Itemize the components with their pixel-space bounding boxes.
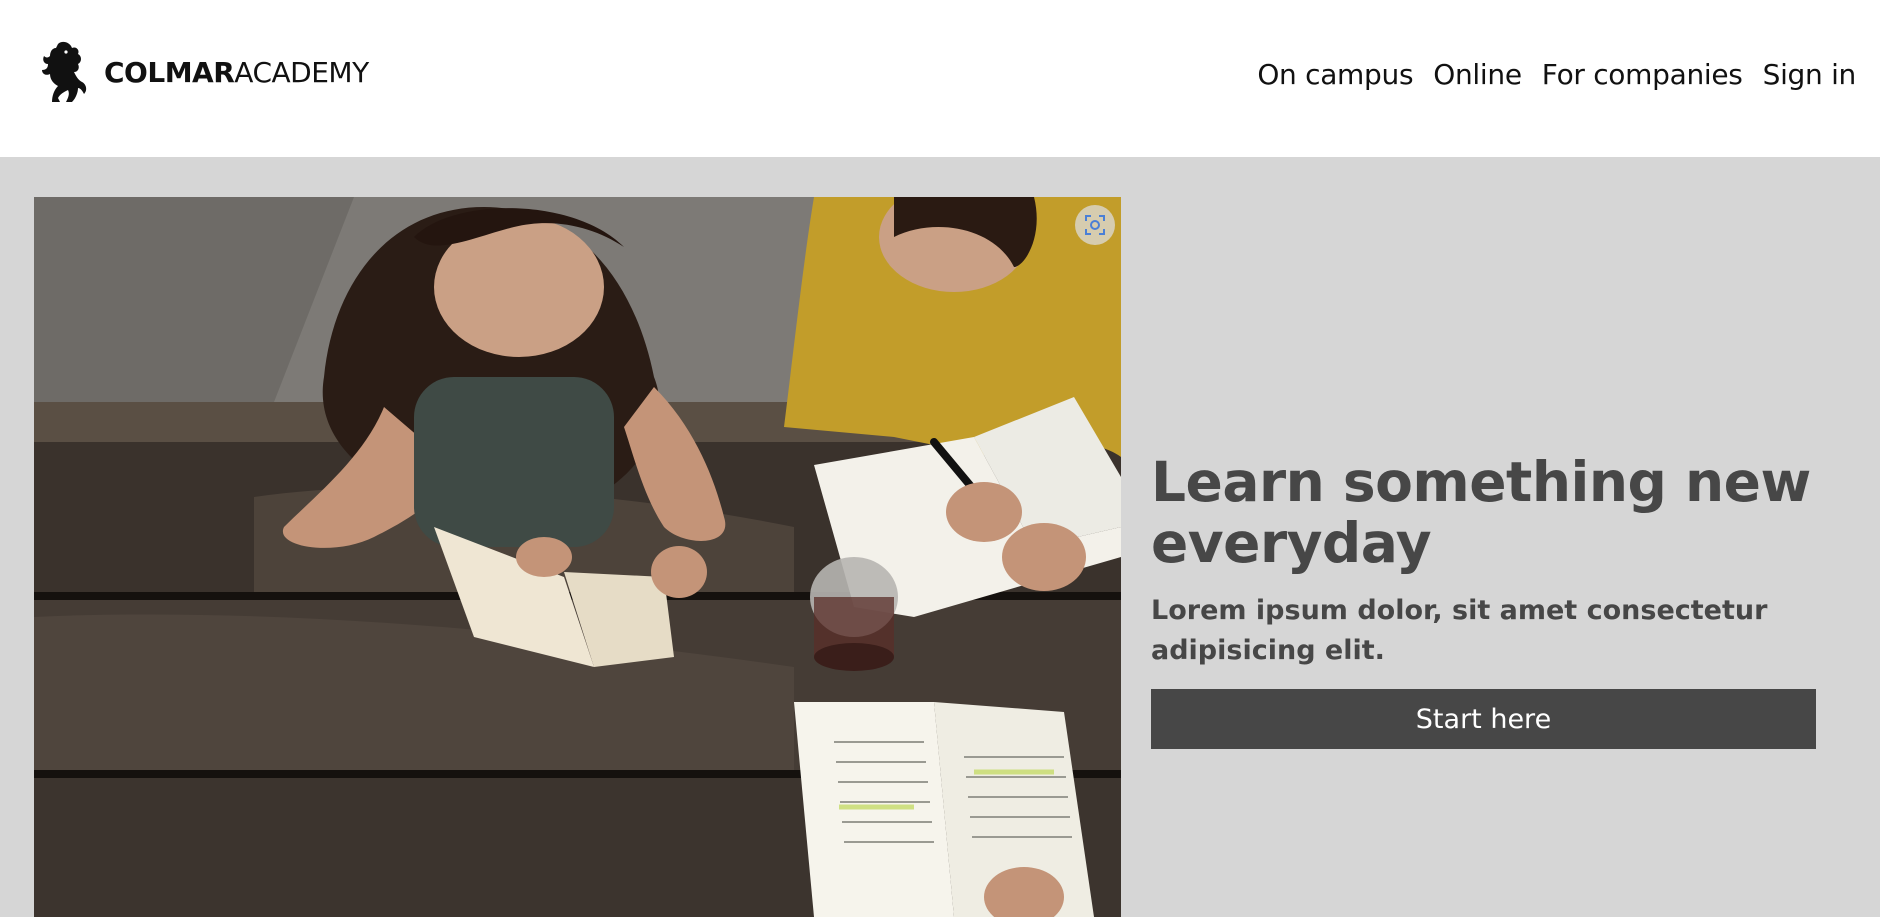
start-here-button[interactable]: Start here [1151, 689, 1816, 749]
main-nav: On campus Online For companies Sign in [1257, 58, 1856, 91]
brand-logo[interactable]: COLMARACADEMY [38, 40, 369, 104]
hero-subtitle: Lorem ipsum dolor, sit amet consectetur … [1151, 595, 1768, 666]
students-studying-illustration [34, 197, 1121, 917]
brand-name-bold: COLMAR [104, 55, 235, 89]
brand-name-light: ACADEMY [234, 55, 369, 89]
nav-for-companies[interactable]: For companies [1542, 58, 1743, 91]
visual-search-button[interactable] [1075, 205, 1115, 245]
hero-content: Learn something new everyday Lorem ipsum… [1151, 452, 1831, 671]
visual-search-icon [1085, 215, 1105, 235]
lion-rampant-icon [42, 41, 87, 102]
hero-photo [34, 197, 1121, 917]
nav-sign-in[interactable]: Sign in [1763, 58, 1857, 91]
site-header: COLMARACADEMY On campus Online For compa… [0, 0, 1880, 157]
nav-online[interactable]: Online [1433, 58, 1522, 91]
nav-on-campus[interactable]: On campus [1257, 58, 1413, 91]
hero-title: Learn something new everyday [1151, 450, 1811, 575]
